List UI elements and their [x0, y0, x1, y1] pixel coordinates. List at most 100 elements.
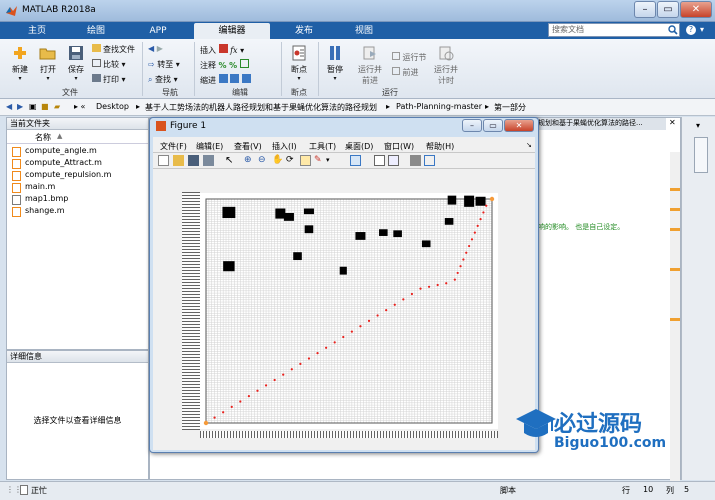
new-figure-icon[interactable] — [158, 155, 169, 166]
compare-button[interactable]: 比较 ▾ — [92, 59, 126, 70]
indent-label: 缩进 — [200, 76, 216, 85]
maximize-button[interactable]: ▭ — [657, 1, 679, 18]
breadcrumb-desktop[interactable]: Desktop — [96, 102, 129, 111]
run-and-time-button[interactable]: 运行并 计时 — [430, 44, 462, 86]
figure-maximize-button[interactable]: ▭ — [483, 119, 503, 132]
editor-tab-title[interactable]: 规划和基于果蝇优化算法的路径... — [538, 118, 666, 130]
print-label: 打印 — [103, 75, 119, 84]
nav-back-forward[interactable]: ◀ ▶ — [148, 44, 163, 53]
run-and-advance-button[interactable]: 运行并 前进 — [354, 44, 386, 86]
file-list-item[interactable]: main.m — [25, 182, 55, 191]
find-button[interactable]: ⌕ 查找 ▾ — [148, 74, 178, 85]
root-folder-icon[interactable]: ▰ — [54, 102, 60, 111]
save-figure-icon[interactable] — [188, 155, 199, 166]
insert-legend-icon[interactable] — [388, 155, 399, 166]
rotate-3d-icon[interactable]: ⟳ — [286, 155, 297, 166]
obstacle — [421, 240, 431, 248]
obstacle — [464, 195, 475, 207]
back-arrow-icon[interactable]: ◀ — [6, 102, 12, 111]
breakpoints-button[interactable]: 断点 ▾ — [284, 44, 314, 82]
ribbon-tab-0[interactable]: 主页 — [12, 23, 62, 39]
fx-icon[interactable]: fx — [230, 46, 237, 55]
ribbon-tab-1[interactable]: 绘图 — [70, 23, 122, 39]
ribbon-collapse-icon[interactable]: ▾ — [700, 25, 710, 35]
figure-menu-item[interactable]: 桌面(D) — [345, 141, 373, 152]
group-label-breakpoints: 断点 — [291, 88, 307, 97]
search-icon[interactable] — [668, 25, 678, 35]
pan-hand-icon[interactable]: ✋ — [272, 155, 283, 166]
file-list-item[interactable]: shange.m — [25, 206, 65, 215]
print-figure-icon[interactable] — [203, 155, 214, 166]
figure-menu-dock-icon[interactable]: ↘ — [526, 141, 532, 149]
browse-folder-icon[interactable]: ■ — [41, 102, 49, 111]
insert-button[interactable]: 插入 fx ▾ — [200, 44, 244, 56]
hide-plot-tools-icon[interactable] — [410, 155, 421, 166]
status-col-value: 5 — [684, 485, 690, 494]
panel-menu-icon[interactable]: ▾ — [696, 121, 706, 133]
pointer-icon[interactable]: ↖ — [225, 155, 236, 166]
search-documentation-input[interactable]: 搜索文档 — [548, 23, 680, 37]
file-list-item[interactable]: compute_Attract.m — [25, 158, 102, 167]
ribbon-separator — [318, 42, 319, 96]
y-tick-labels — [182, 192, 200, 430]
path-point — [239, 400, 242, 403]
zoom-in-icon[interactable]: ⊕ — [244, 155, 255, 166]
path-goal-point — [489, 196, 495, 202]
figure-menu-item[interactable]: 文件(F) — [160, 141, 187, 152]
workspace-tab[interactable] — [694, 137, 708, 173]
ribbon-tab-4[interactable]: 发布 — [276, 23, 332, 39]
data-cursor-icon[interactable] — [300, 155, 311, 166]
open-button[interactable]: 打开 ▾ — [34, 44, 62, 82]
obstacle — [223, 261, 235, 272]
uncomment-icon: % — [229, 61, 238, 70]
run-section-button[interactable]: 运行节 — [392, 52, 427, 63]
forward-arrow-icon[interactable]: ▶ — [17, 102, 23, 111]
figure-menu-item[interactable]: 窗口(W) — [384, 141, 414, 152]
obstacle — [444, 218, 454, 225]
file-list-item[interactable]: compute_angle.m — [25, 146, 97, 155]
figure-menu-item[interactable]: 帮助(H) — [426, 141, 454, 152]
figure-menu-item[interactable]: 查看(V) — [234, 141, 262, 152]
editor-close-icon[interactable]: ✕ — [669, 118, 676, 127]
figure-menu-item[interactable]: 插入(I) — [272, 141, 297, 152]
comment-button[interactable]: 注释 % % — [200, 59, 249, 71]
pause-button[interactable]: 暂停 ▾ — [322, 44, 348, 82]
figure-menu-item[interactable]: 编辑(E) — [196, 141, 223, 152]
advance-button[interactable]: 前进 — [392, 67, 419, 78]
breadcrumb-path-planning[interactable]: Path-Planning-master — [396, 102, 482, 111]
file-list-item[interactable]: map1.bmp — [25, 194, 68, 203]
breadcrumb-part-one[interactable]: 第一部分 — [494, 102, 526, 113]
minimize-button[interactable]: – — [634, 1, 656, 18]
file-list-item[interactable]: compute_repulsion.m — [25, 170, 111, 179]
new-button[interactable]: 新建 ▾ — [6, 44, 34, 82]
folder-up-icon[interactable]: ▣ — [29, 102, 37, 111]
insert-colorbar-icon[interactable] — [374, 155, 385, 166]
print-button[interactable]: 打印 ▾ — [92, 74, 126, 85]
decrease-indent-icon — [241, 74, 251, 83]
figure-minimize-button[interactable]: – — [462, 119, 482, 132]
zoom-out-icon[interactable]: ⊖ — [258, 155, 269, 166]
save-button[interactable]: 保存 ▾ — [62, 44, 90, 82]
goto-label: 转至 — [157, 60, 174, 69]
ribbon-tab-3[interactable]: 编辑器 — [194, 23, 270, 39]
ribbon-tab-5[interactable]: 视图 — [336, 23, 392, 39]
open-file-icon[interactable] — [173, 155, 184, 166]
find-files-button[interactable]: 查找文件 — [92, 44, 135, 55]
plot-axes[interactable] — [200, 193, 498, 429]
obstacle — [355, 232, 366, 240]
link-plot-icon[interactable] — [350, 155, 361, 166]
figure-close-button[interactable]: ✕ — [504, 119, 534, 132]
indent-button[interactable]: 缩进 — [200, 74, 251, 86]
help-icon[interactable]: ? — [686, 25, 696, 35]
brush-menu-icon[interactable]: ▾ — [326, 155, 337, 166]
brush-icon[interactable]: ✎ — [314, 155, 325, 166]
ribbon-tab-2[interactable]: APP — [128, 23, 188, 39]
figure-menu-item[interactable]: 工具(T) — [309, 141, 336, 152]
breadcrumb-sep: ▸ — [136, 102, 141, 111]
breadcrumb-project[interactable]: 基于人工势场法的机器人路径规划和基于果蝇优化算法的路径规划 — [145, 102, 377, 113]
close-button[interactable]: ✕ — [680, 1, 712, 18]
insert-menu-icon[interactable]: ▾ — [240, 46, 244, 55]
goto-button[interactable]: ⇨ 转至 ▾ — [148, 59, 180, 70]
show-plot-tools-icon[interactable] — [424, 155, 435, 166]
column-header-name[interactable]: 名称 ▲ — [7, 131, 148, 144]
